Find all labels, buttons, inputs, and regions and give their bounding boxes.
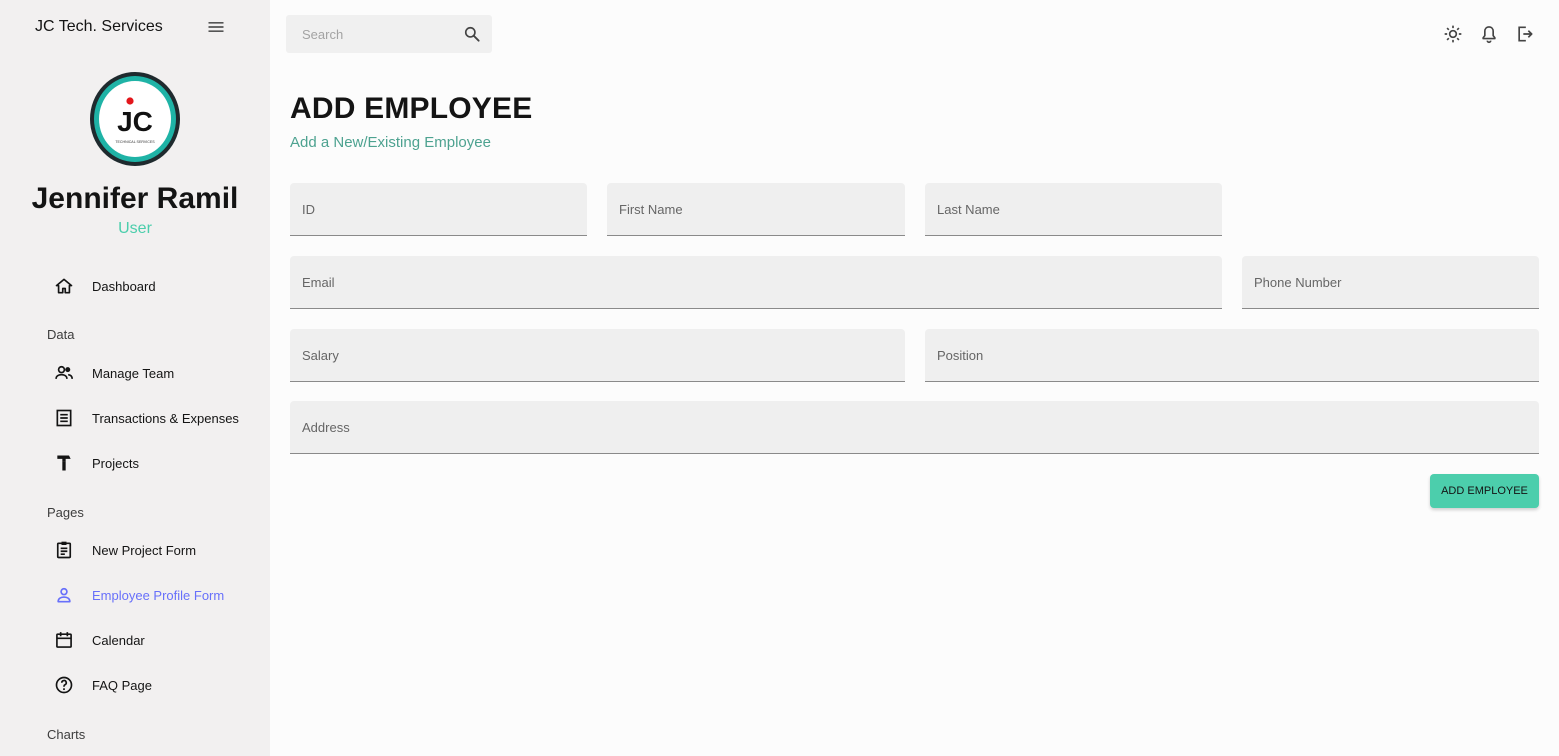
sidebar-item-label: Employee Profile Form bbox=[92, 587, 225, 603]
sidebar-header: JC Tech. Services bbox=[35, 17, 235, 37]
notifications-icon[interactable] bbox=[1479, 24, 1499, 44]
section-data: Data bbox=[47, 327, 75, 342]
logo-subtext: TECHNICAL SERVICES bbox=[115, 140, 155, 144]
sidebar-item-label: Dashboard bbox=[92, 278, 156, 294]
search-icon[interactable] bbox=[462, 24, 482, 44]
sidebar-item-dashboard[interactable]: Dashboard bbox=[47, 270, 257, 302]
sidebar-item-faq[interactable]: FAQ Page bbox=[47, 669, 257, 701]
id-field[interactable] bbox=[290, 183, 587, 235]
position-field[interactable] bbox=[925, 329, 1539, 381]
search-bar bbox=[286, 15, 492, 53]
address-field[interactable] bbox=[290, 401, 1539, 453]
calendar-icon bbox=[47, 624, 81, 656]
last-name-field[interactable] bbox=[925, 183, 1222, 235]
user-name: Jennifer Ramil bbox=[31, 182, 239, 215]
last-name-field-wrapper bbox=[925, 183, 1222, 236]
brand-name: JC Tech. Services bbox=[35, 18, 163, 35]
sidebar-item-label: New Project Form bbox=[92, 542, 197, 558]
page-subtitle: Add a New/Existing Employee bbox=[290, 134, 491, 151]
receipt-icon bbox=[47, 402, 81, 434]
address-field-wrapper bbox=[290, 401, 1539, 454]
add-employee-button[interactable]: ADD EMPLOYEE bbox=[1430, 474, 1539, 508]
page-title: ADD EMPLOYEE bbox=[290, 92, 533, 125]
id-field-wrapper bbox=[290, 183, 587, 236]
home-icon bbox=[47, 270, 81, 302]
sidebar-item-label: FAQ Page bbox=[92, 677, 152, 693]
salary-field[interactable] bbox=[290, 329, 905, 381]
hammer-icon bbox=[47, 447, 81, 479]
sidebar-item-label: Manage Team bbox=[92, 365, 175, 381]
help-circle-icon bbox=[47, 669, 81, 701]
email-field[interactable] bbox=[290, 256, 1222, 308]
email-field-wrapper bbox=[290, 256, 1222, 309]
light-mode-icon[interactable] bbox=[1443, 24, 1463, 44]
phone-field[interactable] bbox=[1242, 256, 1539, 308]
sidebar-item-label: Projects bbox=[92, 455, 139, 471]
people-icon bbox=[47, 357, 81, 389]
sidebar-item-label: Calendar bbox=[92, 632, 145, 648]
phone-field-wrapper bbox=[1242, 256, 1539, 309]
first-name-field-wrapper bbox=[607, 183, 905, 236]
user-role: User bbox=[118, 220, 152, 237]
sidebar-item-manage-team[interactable]: Manage Team bbox=[47, 357, 257, 389]
sidebar-item-new-project-form[interactable]: New Project Form bbox=[47, 534, 257, 566]
person-icon bbox=[47, 579, 81, 611]
topbar-actions bbox=[1443, 24, 1535, 44]
sidebar-item-projects[interactable]: Projects bbox=[47, 447, 257, 479]
clipboard-icon bbox=[47, 534, 81, 566]
sidebar-item-label: Transactions & Expenses bbox=[92, 410, 239, 426]
menu-icon[interactable] bbox=[206, 17, 226, 37]
sidebar: JC Tech. Services JC TECHNICAL SERVICES … bbox=[0, 0, 270, 756]
logo-text: JC bbox=[117, 106, 153, 137]
search-input[interactable] bbox=[286, 15, 456, 53]
first-name-field[interactable] bbox=[607, 183, 905, 235]
avatar: JC TECHNICAL SERVICES bbox=[89, 71, 181, 167]
sidebar-item-calendar[interactable]: Calendar bbox=[47, 624, 257, 656]
sidebar-item-transactions[interactable]: Transactions & Expenses bbox=[47, 402, 257, 434]
sidebar-item-employee-profile-form[interactable]: Employee Profile Form bbox=[47, 579, 257, 611]
section-charts: Charts bbox=[47, 727, 86, 742]
salary-field-wrapper bbox=[290, 329, 905, 382]
section-pages: Pages bbox=[47, 505, 84, 520]
logout-icon[interactable] bbox=[1515, 24, 1535, 44]
position-field-wrapper bbox=[925, 329, 1539, 382]
